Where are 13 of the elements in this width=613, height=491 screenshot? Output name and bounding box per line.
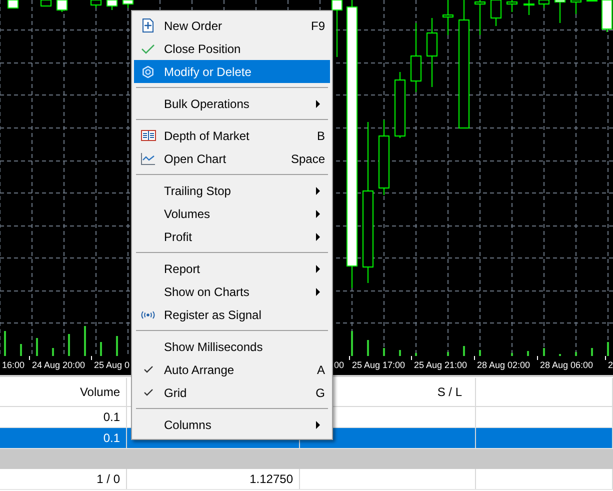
time-label: 00 [334,359,344,371]
table-cell-text: 0.1 [103,409,120,426]
table-cell-text: 1 / 0 [96,471,120,488]
time-label: 25 Aug 21:00 [414,359,468,371]
time-label: 25 Aug 17:00 [352,359,406,371]
time-label: 25 Aug 0 [94,359,130,371]
time-label: 24 Aug 20:00 [32,359,86,371]
time-label: 2 [608,359,613,371]
time-label: 28 Aug 06:00 [540,359,594,371]
table-cell-text: 0.1 [103,430,120,447]
time-label: 16:00 [2,359,25,371]
table-cell-text: 1.12750 [250,471,293,488]
time-label: 28 Aug 02:00 [477,359,530,371]
